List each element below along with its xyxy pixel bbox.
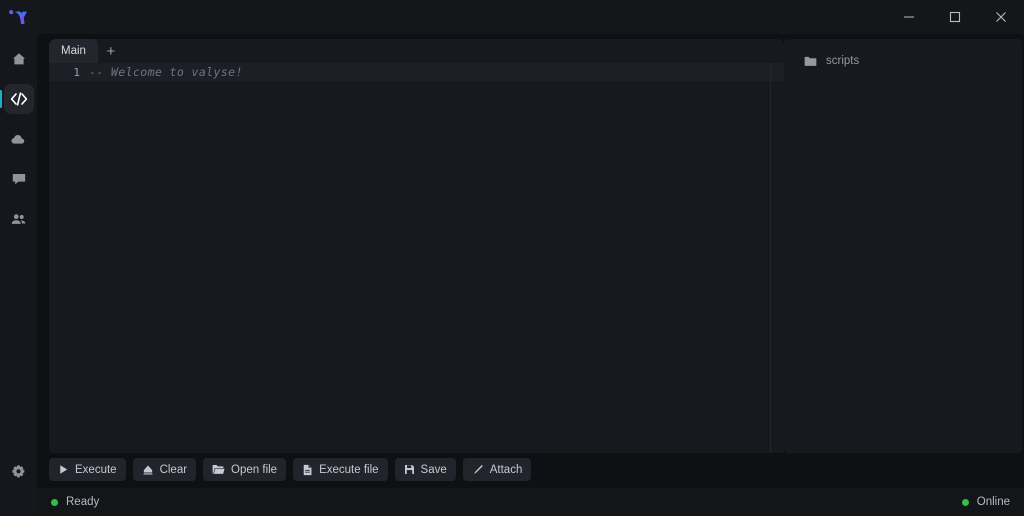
editor-scroll-divider	[770, 63, 771, 453]
gear-icon	[12, 464, 25, 477]
close-button[interactable]	[978, 0, 1024, 34]
status-indicator-dot	[51, 498, 58, 506]
execute-button[interactable]: Execute	[49, 458, 126, 481]
sidebar-item-editor[interactable]	[0, 84, 34, 114]
eraser-icon	[143, 464, 153, 475]
open-file-button-label: Open file	[231, 463, 278, 476]
sidebar-item-settings[interactable]	[4, 456, 34, 486]
connection-indicator-dot	[961, 498, 969, 506]
list-item[interactable]: scripts	[784, 51, 1022, 71]
valyse-logo	[6, 6, 32, 30]
sidebar-bottom	[4, 456, 34, 486]
sidebar-item-home[interactable]	[4, 44, 34, 74]
tabbar-filler	[124, 39, 784, 63]
editor-toolbar: Execute Clear Open file Execute file Sav…	[49, 458, 532, 481]
execute-file-button[interactable]: Execute file	[293, 458, 388, 481]
minimize-button[interactable]	[886, 0, 932, 34]
tab-main[interactable]: Main	[49, 39, 98, 63]
sidebar-item-users[interactable]	[4, 204, 34, 234]
chat-icon	[12, 174, 25, 185]
tab-label: Main	[61, 45, 86, 57]
floppy-icon	[404, 465, 414, 474]
valyse-logo-icon	[9, 10, 27, 24]
attach-button[interactable]: Attach	[462, 458, 532, 481]
code-line[interactable]: 1 -- Welcome to valyse!	[49, 63, 784, 81]
title-bar-drag-region[interactable]	[0, 0, 886, 34]
editor-tabbar: Main +	[49, 39, 784, 63]
sidebar-item-cloud[interactable]	[4, 124, 34, 154]
new-tab-button[interactable]: +	[98, 39, 124, 63]
attach-button-label: Attach	[489, 463, 523, 476]
close-icon	[996, 12, 1006, 22]
clear-button[interactable]: Clear	[132, 458, 197, 481]
play-icon	[60, 465, 68, 474]
sidebar	[0, 0, 37, 516]
execute-file-button-label: Execute file	[319, 463, 379, 476]
maximize-button[interactable]	[932, 0, 978, 34]
save-button-label: Save	[420, 463, 447, 476]
file-label: scripts	[826, 55, 860, 67]
status-bar: Ready Online	[0, 488, 1024, 516]
plus-icon: +	[106, 42, 116, 60]
file-explorer-panel: scripts	[784, 39, 1022, 453]
open-file-button[interactable]: Open file	[203, 458, 287, 481]
folder-icon	[212, 465, 225, 474]
execute-button-label: Execute	[75, 463, 117, 476]
status-text: Ready	[66, 496, 100, 508]
editor-panel: Main + 1 -- Welcome to valyse!	[49, 39, 784, 453]
main-content: Main + 1 -- Welcome to valyse! scripts E…	[37, 34, 1024, 488]
connection-text: Online	[976, 496, 1010, 508]
status-right: Online	[961, 496, 1010, 508]
sidebar-item-chat[interactable]	[4, 164, 34, 194]
save-button[interactable]: Save	[394, 458, 456, 481]
clear-button-label: Clear	[159, 463, 188, 476]
sidebar-items	[0, 44, 34, 234]
app-window: Main + 1 -- Welcome to valyse! scripts E…	[0, 0, 1024, 516]
code-text[interactable]: -- Welcome to valyse!	[89, 65, 784, 79]
document-icon	[303, 464, 312, 475]
line-number: 1	[73, 65, 80, 79]
pen-icon	[473, 464, 483, 474]
home-icon	[12, 53, 25, 65]
code-area[interactable]: 1 -- Welcome to valyse!	[49, 63, 784, 453]
cloud-icon	[11, 134, 25, 144]
code-icon	[10, 92, 27, 106]
title-bar	[0, 0, 1024, 34]
folder-icon	[804, 56, 817, 66]
maximize-icon	[949, 11, 961, 23]
status-left: Ready	[51, 496, 99, 508]
users-icon	[11, 213, 26, 224]
minimize-icon	[904, 16, 914, 18]
